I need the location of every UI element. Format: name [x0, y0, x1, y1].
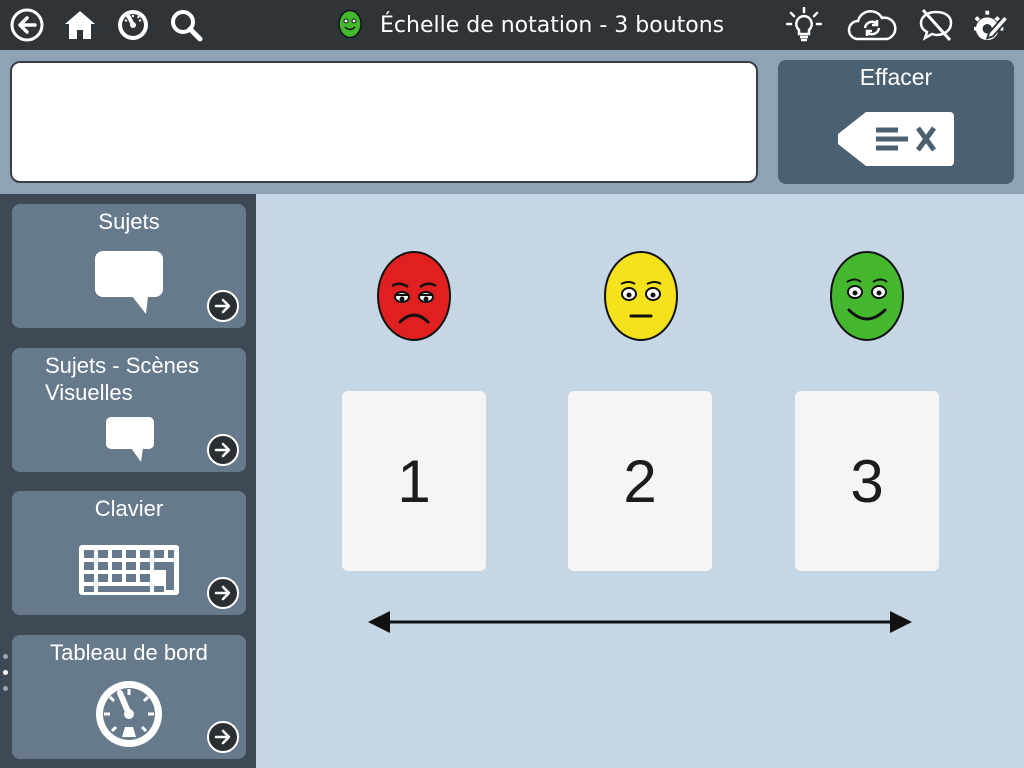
- rating-button-3[interactable]: 3: [795, 391, 939, 571]
- top-bar: Échelle de notation - 3 boutons: [0, 0, 1024, 50]
- green-egg-face-icon: [338, 8, 362, 43]
- double-arrow-icon: [368, 608, 912, 641]
- back-arrow-icon[interactable]: [9, 7, 45, 43]
- sidebar-item-tableau-de-bord[interactable]: Tableau de bord: [12, 635, 246, 759]
- clear-button-label: Effacer: [859, 64, 933, 90]
- arrow-right-icon: [207, 721, 239, 753]
- sidebar-item-sujets-scenes-visuelles[interactable]: Sujets - Scènes Visuelles: [12, 348, 246, 472]
- sidebar-item-sujets[interactable]: Sujets: [12, 204, 246, 328]
- rating-button-2[interactable]: 2: [568, 391, 712, 571]
- lightbulb-icon[interactable]: [786, 7, 822, 43]
- dashboard-icon[interactable]: [115, 7, 151, 43]
- page-dot[interactable]: [3, 654, 8, 659]
- sidebar-item-clavier[interactable]: Clavier: [12, 491, 246, 615]
- sad-face-icon: [376, 246, 452, 347]
- arrow-right-icon: [207, 290, 239, 322]
- speech-bubble-small-icon: [105, 416, 155, 469]
- arrow-right-icon: [207, 434, 239, 466]
- arrow-right-icon: [207, 577, 239, 609]
- dashboard-gauge-icon: [94, 679, 164, 754]
- rating-scale-area: 1 2 3: [256, 194, 1024, 768]
- sidebar-item-label: Clavier: [94, 496, 164, 521]
- page-dot-active[interactable]: [3, 670, 8, 675]
- page-title: Échelle de notation - 3 boutons: [380, 12, 725, 38]
- edit-pencil-icon[interactable]: [974, 7, 1010, 43]
- clear-text-icon: [836, 110, 954, 173]
- page-dot[interactable]: [3, 686, 8, 691]
- speech-off-icon[interactable]: [918, 7, 954, 43]
- cloud-sync-icon[interactable]: [846, 7, 898, 43]
- search-icon[interactable]: [168, 7, 204, 43]
- rating-button-1[interactable]: 1: [342, 391, 486, 571]
- neutral-face-icon: [603, 246, 679, 347]
- title-area: Échelle de notation - 3 boutons: [338, 0, 724, 50]
- page-indicator: [3, 654, 9, 702]
- clear-button[interactable]: Effacer: [778, 60, 1014, 184]
- sidebar-item-label: Sujets - Scènes Visuelles: [45, 353, 200, 405]
- sidebar-item-label: Sujets: [98, 209, 160, 234]
- keyboard-icon: [78, 544, 180, 601]
- home-icon[interactable]: [62, 7, 98, 43]
- speech-bubble-icon: [94, 250, 164, 321]
- sidebar: Sujets Sujets - Scènes Visuelles Clavier: [0, 194, 256, 768]
- happy-face-icon: [829, 246, 905, 347]
- message-window[interactable]: [10, 61, 758, 183]
- sidebar-item-label: Tableau de bord: [50, 640, 208, 665]
